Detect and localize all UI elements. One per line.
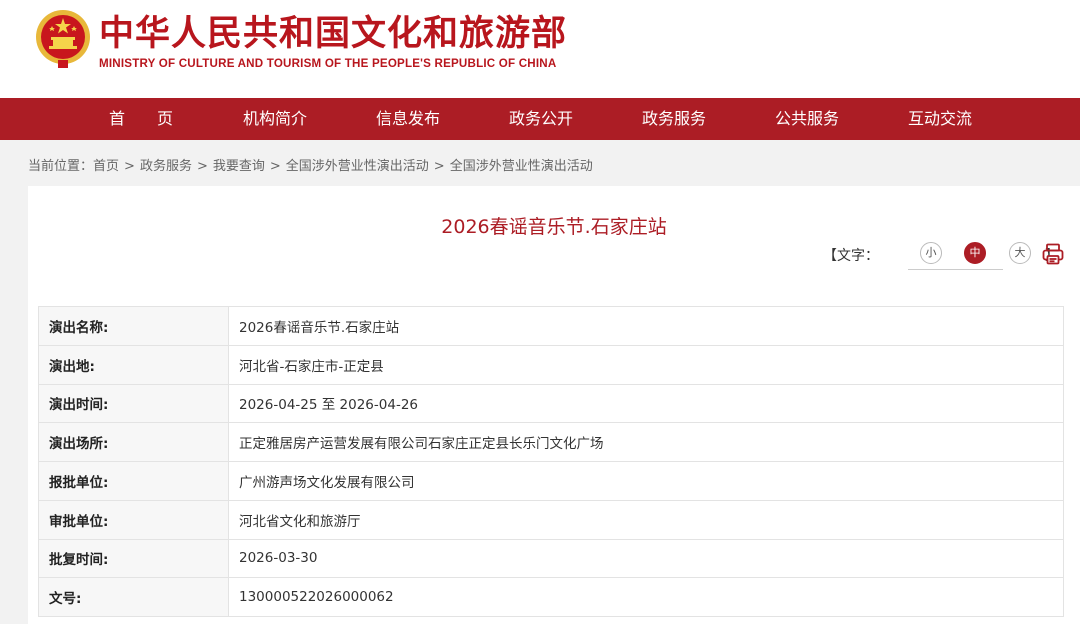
font-size-medium-button[interactable]: 中 <box>964 242 986 264</box>
table-row: 批复时间: 2026-03-30 <box>38 538 1064 579</box>
font-size-underline <box>908 269 1003 270</box>
row-label-document-number: 文号: <box>38 577 229 617</box>
site-header: 中华人民共和国文化和旅游部 MINISTRY OF CULTURE AND TO… <box>0 0 1080 98</box>
row-value-approval-date: 2026-03-30 <box>228 538 1064 579</box>
breadcrumb-separator: > <box>269 159 281 174</box>
national-emblem-icon[interactable] <box>34 8 92 70</box>
table-row: 演出名称: 2026春谣音乐节.石家庄站 <box>38 306 1064 346</box>
row-label-approval-date: 批复时间: <box>38 538 229 579</box>
nav-item-gov-info[interactable]: 政务公开 <box>509 98 573 140</box>
nav-item-interaction[interactable]: 互动交流 <box>908 98 972 140</box>
row-value-location: 河北省-石家庄市-正定县 <box>228 344 1064 385</box>
row-value-performance-name: 2026春谣音乐节.石家庄站 <box>228 306 1064 346</box>
main-nav: 首 页 机构简介 信息发布 政务公开 政务服务 公共服务 互动交流 <box>0 98 1080 140</box>
table-row: 文号: 130000522026000062 <box>38 577 1064 617</box>
article-title: 2026春谣音乐节.石家庄站 <box>441 216 667 238</box>
ministry-title-en[interactable]: MINISTRY OF CULTURE AND TOURISM OF THE P… <box>99 57 556 70</box>
table-row: 演出场所: 正定雅居房产运营发展有限公司石家庄正定县长乐门文化广场 <box>38 422 1064 462</box>
row-value-venue: 正定雅居房产运营发展有限公司石家庄正定县长乐门文化广场 <box>228 422 1064 462</box>
row-label-time: 演出时间: <box>38 383 229 424</box>
breadcrumb-item-home[interactable]: 首页 <box>93 159 119 174</box>
table-row: 报批单位: 广州游声场文化发展有限公司 <box>38 461 1064 501</box>
nav-item-home[interactable]: 首 页 <box>109 98 173 140</box>
breadcrumb-item-query[interactable]: 我要查询 <box>213 159 265 174</box>
content-panel: 2026春谣音乐节.石家庄站 【文字： 小 中 大 】 演出名称: 2026春谣… <box>28 186 1080 624</box>
performance-info-table: 演出名称: 2026春谣音乐节.石家庄站 演出地: 河北省-石家庄市-正定县 演… <box>38 306 1064 617</box>
nav-item-news[interactable]: 信息发布 <box>376 98 440 140</box>
row-label-venue: 演出场所: <box>38 422 229 462</box>
breadcrumb-separator: > <box>196 159 208 174</box>
row-value-time: 2026-04-25 至 2026-04-26 <box>228 383 1064 424</box>
table-row: 审批单位: 河北省文化和旅游厅 <box>38 499 1064 540</box>
row-label-applicant: 报批单位: <box>38 461 229 501</box>
font-size-small-button[interactable]: 小 <box>920 242 942 264</box>
breadcrumb-item-gov-services[interactable]: 政务服务 <box>140 159 192 174</box>
nav-item-about[interactable]: 机构简介 <box>243 98 307 140</box>
table-row: 演出地: 河北省-石家庄市-正定县 <box>38 344 1064 385</box>
table-row: 演出时间: 2026-04-25 至 2026-04-26 <box>38 383 1064 424</box>
row-label-approver: 审批单位: <box>38 499 229 540</box>
breadcrumb: 当前位置：首页 > 政务服务 > 我要查询 > 全国涉外营业性演出活动 > 全国涉外营业性演出活… <box>28 155 593 174</box>
row-label-performance-name: 演出名称: <box>38 306 229 346</box>
ministry-title-cn[interactable]: 中华人民共和国文化和旅游部 <box>99 12 567 56</box>
breadcrumb-prefix: 当前位置： <box>28 159 94 174</box>
breadcrumb-separator: > <box>433 159 445 174</box>
row-label-location: 演出地: <box>38 344 229 385</box>
font-size-large-button[interactable]: 大 <box>1009 242 1031 264</box>
row-value-document-number: 130000522026000062 <box>228 577 1064 617</box>
nav-item-gov-services[interactable]: 政务服务 <box>642 98 706 140</box>
nav-item-public-services[interactable]: 公共服务 <box>775 98 839 140</box>
row-value-applicant: 广州游声场文化发展有限公司 <box>228 461 1064 501</box>
printer-icon[interactable] <box>1041 242 1065 266</box>
breadcrumb-separator: > <box>124 159 135 174</box>
font-size-label: 【文字： <box>823 248 879 264</box>
breadcrumb-item-foreign-performances[interactable]: 全国涉外营业性演出活动 <box>286 159 429 174</box>
breadcrumb-item-current[interactable]: 全国涉外营业性演出活动 <box>450 159 593 174</box>
row-value-approver: 河北省文化和旅游厅 <box>228 499 1064 540</box>
